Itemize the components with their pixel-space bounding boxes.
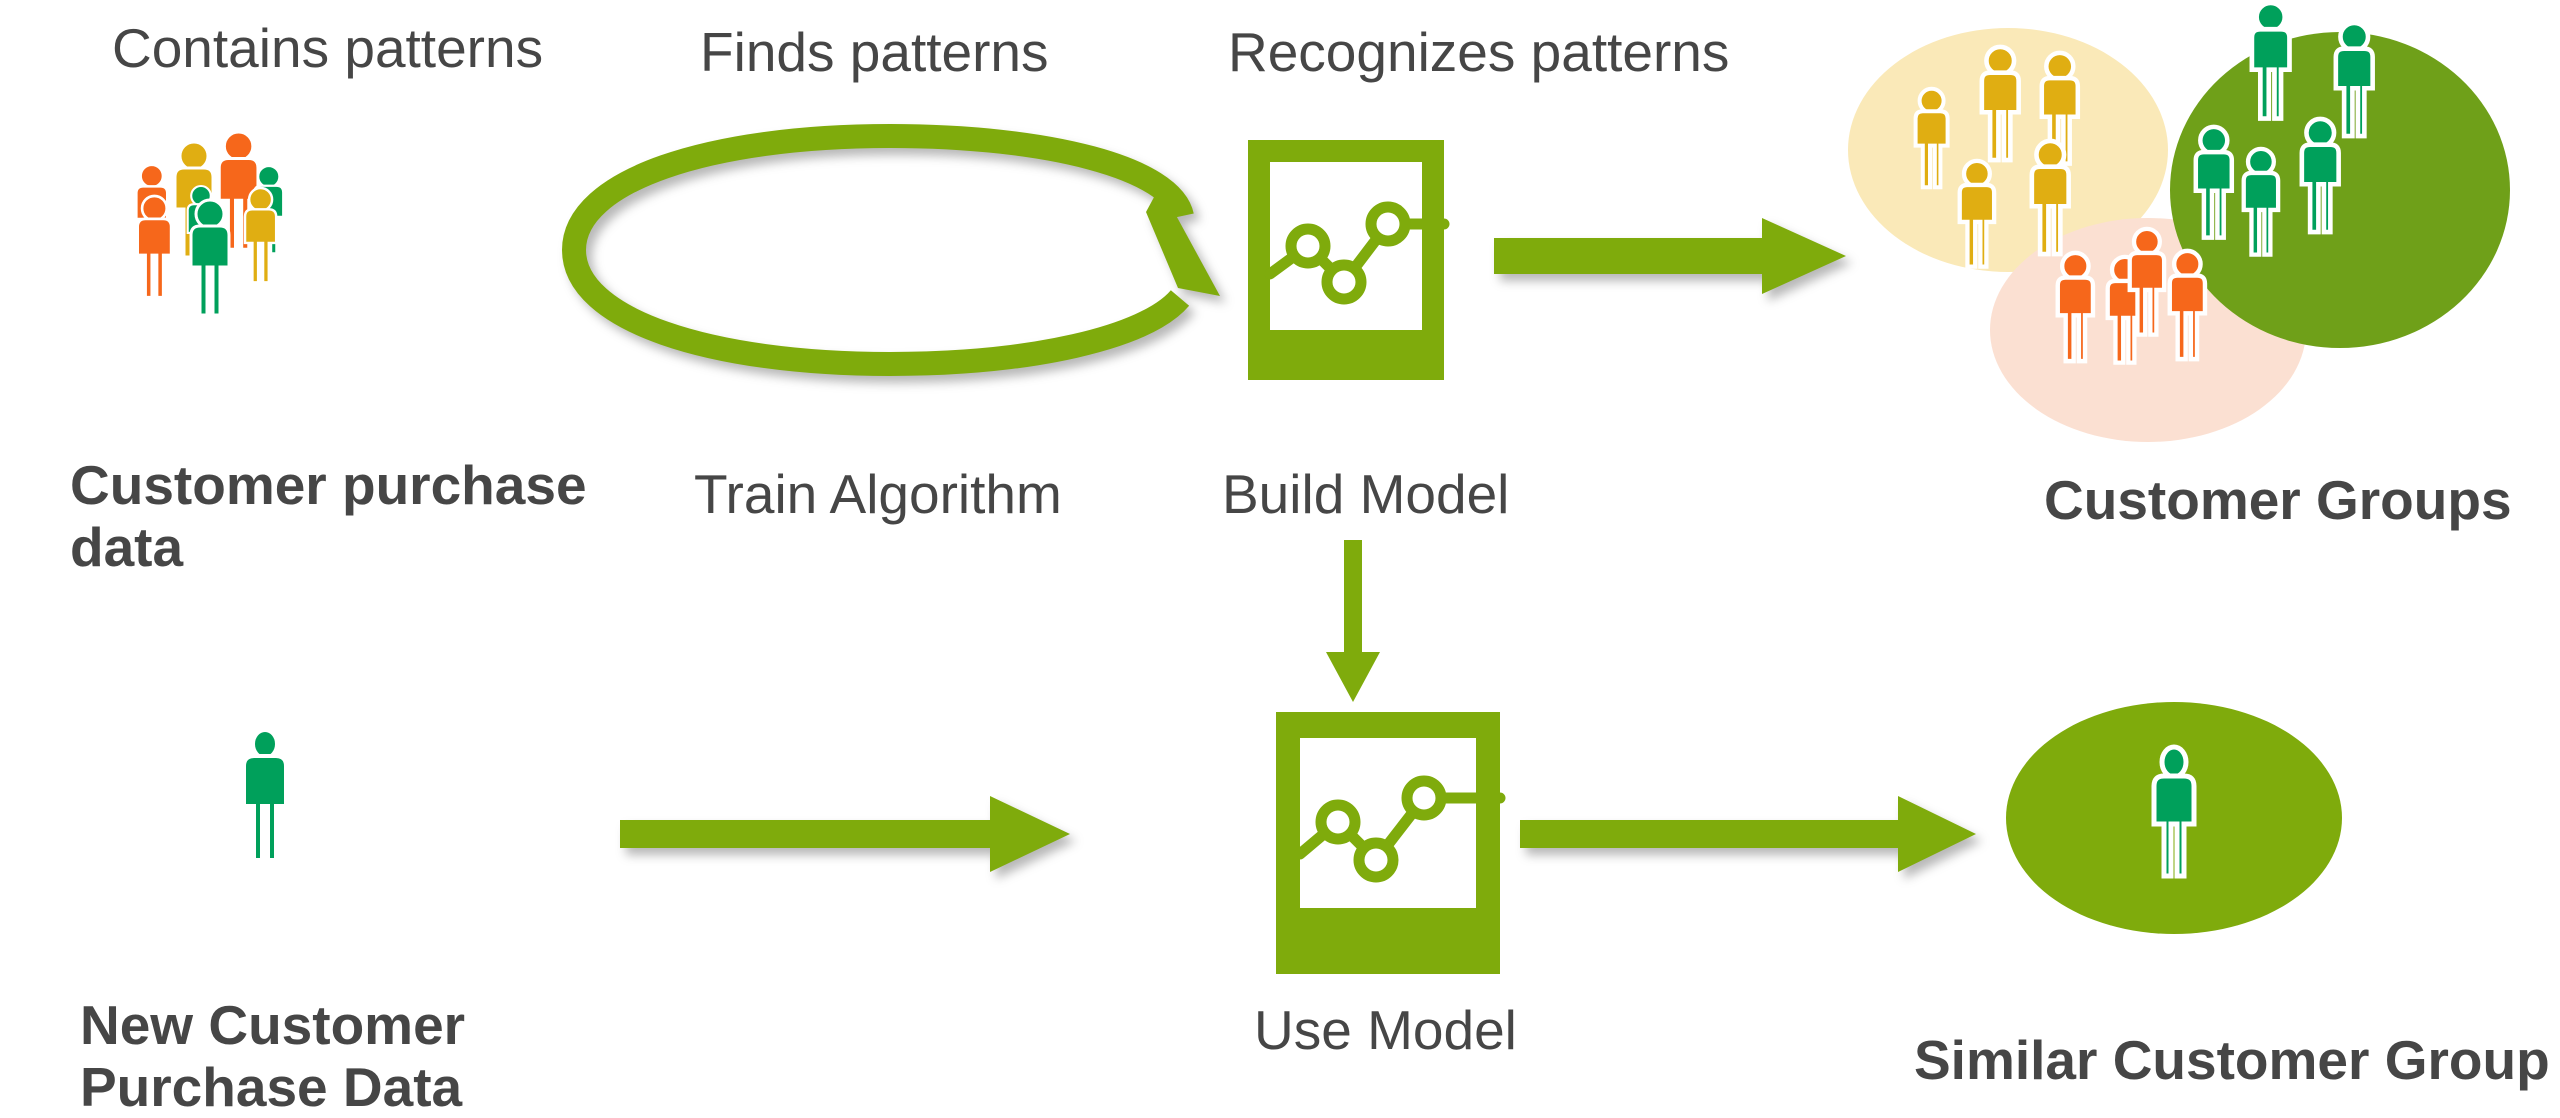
label-customer-groups: Customer Groups [2044,469,2512,531]
crowd-of-people-icon [118,130,368,317]
right-arrow-icon-person-to-model [620,780,1080,890]
single-person-icon-new-customer [230,728,320,862]
circular-loop-arrow-icon [560,120,1220,380]
label-new-customer-purchase-data: New Customer Purchase Data [80,994,466,1118]
label-customer-purchase-data: Customer purchase data [70,454,587,578]
down-arrow-icon-build-to-use-model [1318,540,1388,710]
single-person-in-green-ellipse-icon [2004,700,2344,940]
label-build-model: Build Model [1222,463,1510,525]
label-train-algorithm: Train Algorithm [694,463,1062,525]
caption-recognizes-patterns: Recognizes patterns [1228,21,1730,83]
label-similar-customer-group: Similar Customer Group [1914,1029,2550,1091]
three-customer-group-clusters-icon [1840,0,2560,442]
line-chart-box-icon-build-model [1248,140,1478,380]
label-use-model: Use Model [1254,999,1517,1061]
diagram-canvas: Contains patterns Finds patterns Recogni… [0,0,2560,1117]
right-arrow-icon-model-to-similar-group [1520,780,1980,890]
line-chart-box-icon-use-model [1276,712,1506,982]
caption-finds-patterns: Finds patterns [700,21,1049,83]
right-arrow-icon-model-to-groups [1494,208,1854,318]
caption-contains-patterns: Contains patterns [112,17,544,79]
